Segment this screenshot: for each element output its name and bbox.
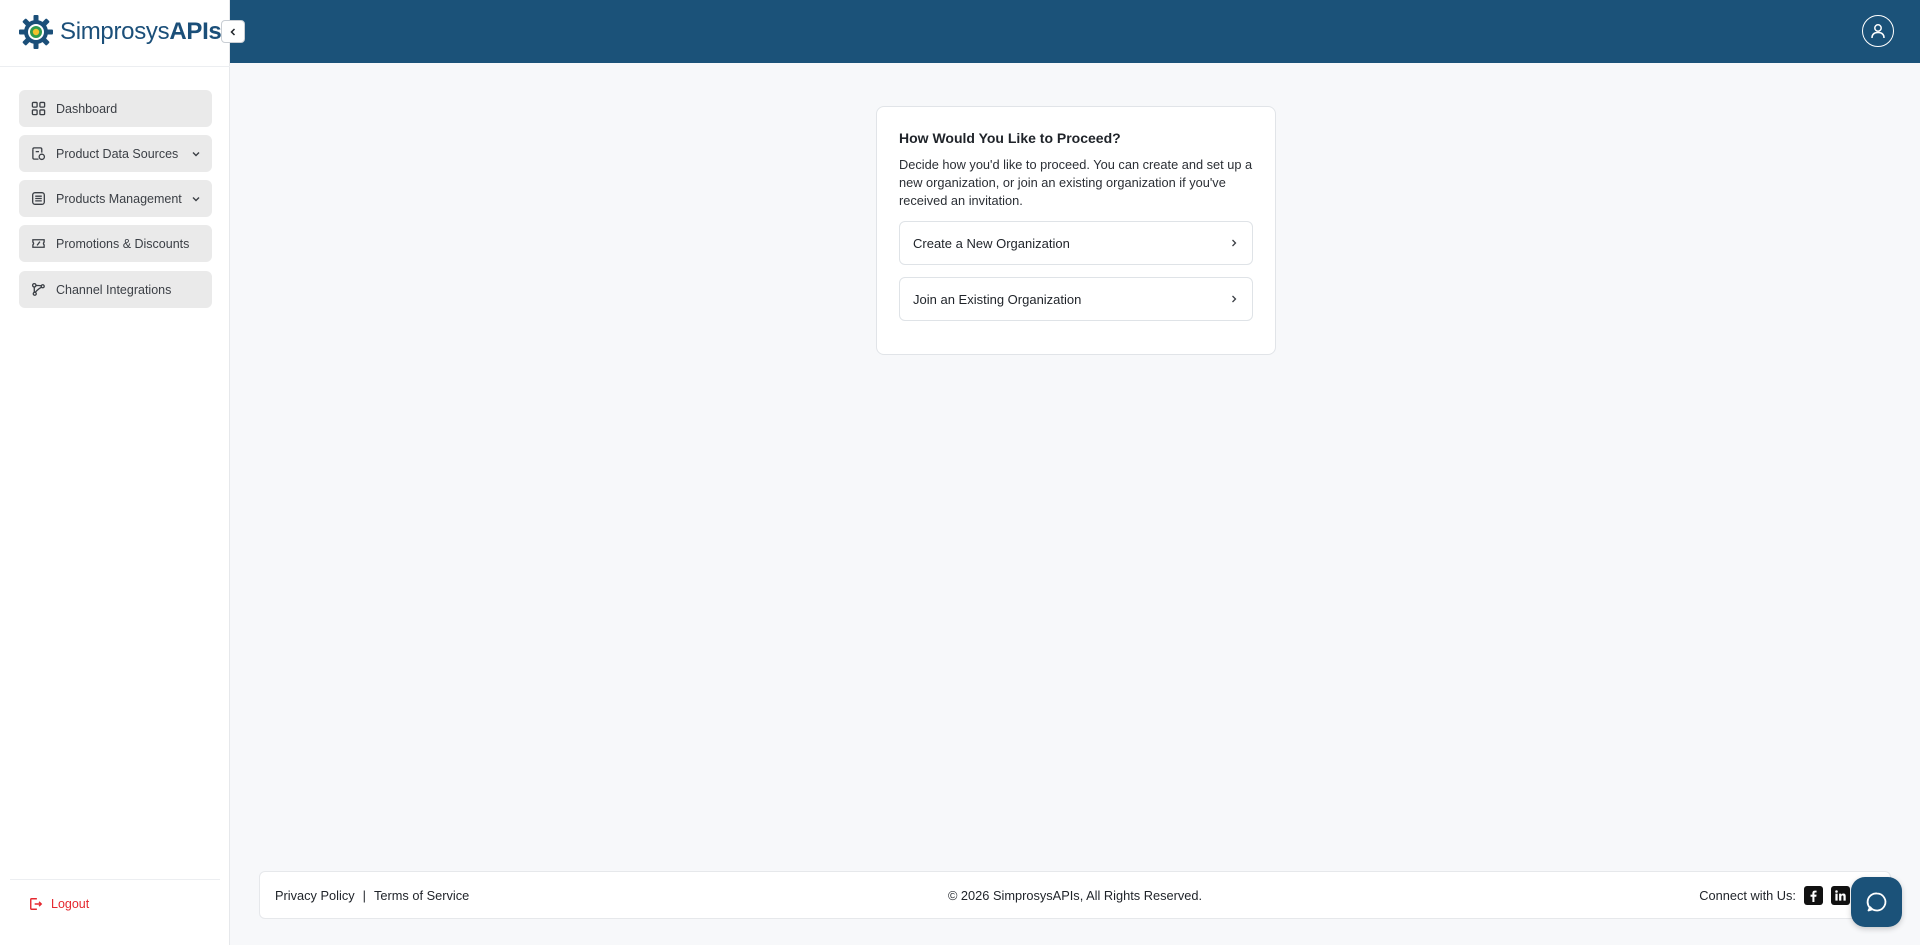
chat-bubble-icon [1866,892,1886,912]
sidebar-item-promotions-discounts[interactable]: Promotions & Discounts [19,225,212,262]
chevron-right-icon [1232,295,1237,303]
brand-logo[interactable]: SimprosysAPIs [18,14,222,50]
brand-name-regular: Simprosys [60,18,170,45]
sidebar-item-label: Products Management [56,191,182,206]
footer-social: Connect with Us: [1699,872,1850,918]
user-profile-button[interactable] [1862,15,1894,47]
page-footer: Privacy Policy | Terms of Service © 2026… [259,871,1891,919]
chat-support-button[interactable] [1851,877,1902,927]
sidebar-item-label: Channel Integrations [56,282,172,297]
card-description: Decide how you'd like to proceed. You ca… [899,157,1253,209]
sidebar-item-products-management[interactable]: Products Management [19,180,212,217]
footer-separator: | [362,887,366,903]
create-organization-option[interactable]: Create a New Organization [899,221,1253,266]
data-source-icon [30,146,46,162]
sidebar-item-label: Product Data Sources [56,146,179,161]
chevron-left-icon [230,27,236,36]
logout-button[interactable]: Logout [29,897,89,911]
copyright-text: © 2026 SimprosysAPIs, All Rights Reserve… [947,887,1203,903]
sidebar-item-label: Dashboard [56,101,118,116]
sidebar-nav: Dashboard Product Data Sources Products … [19,90,212,316]
sidebar-bottom-divider [10,879,220,880]
sidebar: SimprosysAPIs Dashboard Product Data Sou… [0,0,230,945]
sidebar-item-dashboard[interactable]: Dashboard [19,90,212,127]
top-header [230,0,1920,63]
logout-icon [30,898,43,910]
list-box-icon [30,191,46,207]
sidebar-item-label: Promotions & Discounts [56,236,190,251]
privacy-policy-link[interactable]: Privacy Policy [275,888,355,903]
chevron-right-icon [1232,239,1237,247]
facebook-icon[interactable] [1804,885,1823,905]
integration-icon [30,282,46,298]
dashboard-grid-icon [30,101,46,117]
option-label: Create a New Organization [913,235,1070,251]
connect-label: Connect with Us: [1699,887,1796,903]
sidebar-item-channel-integrations[interactable]: Channel Integrations [19,271,212,308]
brand-name-bold: APIs [169,18,222,45]
chevron-down-icon[interactable] [190,193,202,205]
collapse-sidebar-button[interactable] [221,20,245,43]
proceed-card: How Would You Like to Proceed? Decide ho… [876,106,1276,355]
brand-name: SimprosysAPIs [60,18,222,46]
footer-links: Privacy Policy | Terms of Service [275,872,469,918]
option-label: Join an Existing Organization [913,291,1082,307]
logo-divider [0,66,230,67]
chevron-down-icon[interactable] [190,148,202,160]
user-icon [1871,24,1885,39]
card-title: How Would You Like to Proceed? [899,130,1121,146]
join-organization-option[interactable]: Join an Existing Organization [899,277,1253,322]
ticket-icon [30,236,46,252]
sidebar-item-product-data-sources[interactable]: Product Data Sources [19,135,212,172]
terms-of-service-link[interactable]: Terms of Service [374,888,469,903]
gear-logo-icon [19,15,53,49]
logout-label: Logout [51,897,90,911]
linkedin-icon[interactable] [1831,885,1850,905]
